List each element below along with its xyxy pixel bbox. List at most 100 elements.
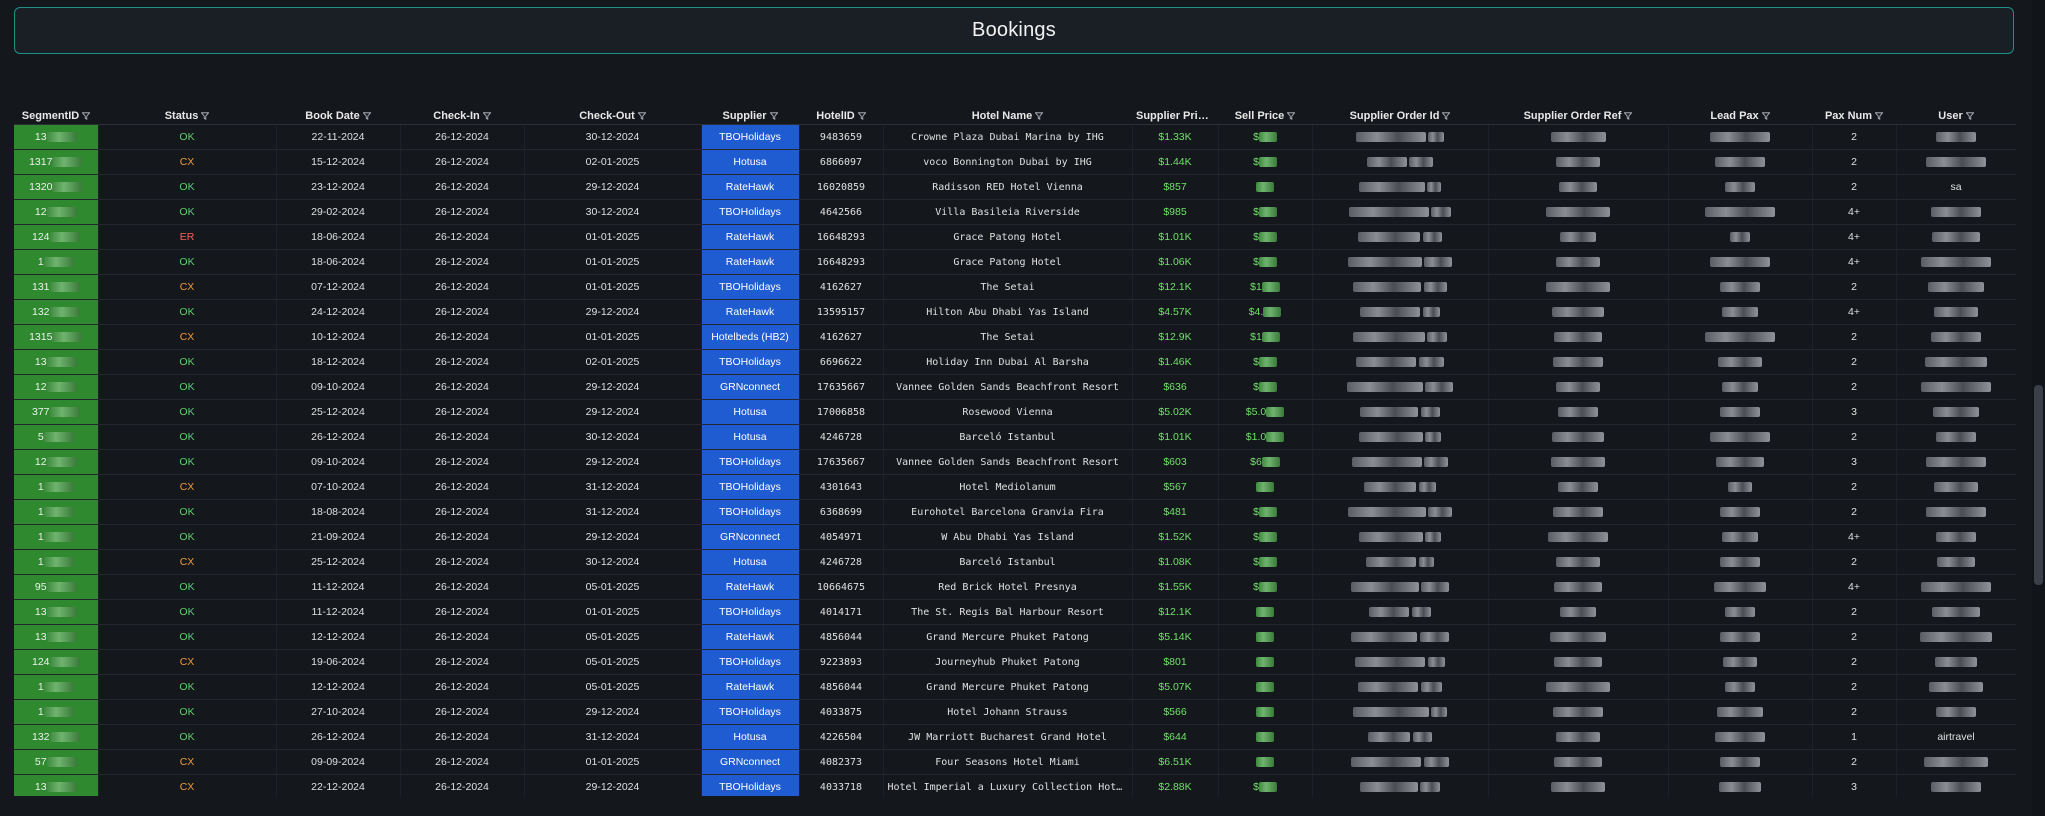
column-header-lead-pax[interactable]: Lead Pax (1668, 108, 1812, 125)
column-header-book-date[interactable]: Book Date (276, 108, 400, 125)
cell-supplier: RateHawk (701, 249, 800, 275)
table-row[interactable]: 12 OK 29-02-2024 26-12-2024 30-12-2024 TBOHol… (14, 199, 2016, 225)
filter-icon[interactable] (1439, 110, 1451, 122)
cell-hotel-name: Vannee Golden Sands Beachfront Resort (883, 449, 1133, 475)
cell-segment-id: 132 (14, 299, 99, 325)
table-row[interactable]: 1320 OK 23-12-2024 26-12-2024 29-12-2024 Rate… (14, 174, 2016, 200)
cell-book-date: 12-12-2024 (276, 674, 401, 700)
redacted-text (1365, 557, 1416, 568)
table-row[interactable]: 1 OK 12-12-2024 26-12-2024 05-01-2025 RateHaw… (14, 674, 2016, 700)
filter-icon[interactable] (198, 110, 210, 122)
cell-hotel-id-text: 4246728 (819, 556, 863, 568)
filter-icon[interactable] (1963, 110, 1974, 122)
cell-supplier-order-id (1312, 299, 1489, 325)
table-row[interactable]: 57 CX 09-09-2024 26-12-2024 01-01-2025 GRNcon… (14, 749, 2016, 775)
table-row[interactable]: 12 OK 09-10-2024 26-12-2024 29-12-2024 GRNcon… (14, 374, 2016, 400)
table-row[interactable]: 131 CX 07-12-2024 26-12-2024 01-01-2025 TBOHo… (14, 274, 2016, 300)
table-row[interactable]: 1315 CX 10-12-2024 26-12-2024 01-01-2025 Hote… (14, 324, 2016, 350)
status-badge-text: OK (179, 131, 195, 143)
status-badge: OK (98, 624, 277, 650)
filter-icon[interactable] (1210, 110, 1218, 122)
cell-lead-pax (1668, 274, 1813, 300)
column-header-sell-price[interactable]: Sell Price (1218, 108, 1312, 125)
column-header-supplier-price[interactable]: Supplier Price (1132, 108, 1218, 125)
column-header-supplier-order-ref[interactable]: Supplier Order Ref (1488, 108, 1668, 125)
table-row[interactable]: 1 OK 21-09-2024 26-12-2024 29-12-2024 GRNconn… (14, 524, 2016, 550)
filter-icon[interactable] (767, 110, 778, 122)
filter-icon[interactable] (635, 110, 646, 122)
table-row[interactable]: 13 OK 11-12-2024 26-12-2024 01-01-2025 TBOHol… (14, 599, 2016, 625)
filter-icon[interactable] (480, 110, 491, 122)
table-row[interactable]: 1 OK 18-08-2024 26-12-2024 31-12-2024 TBOHoli… (14, 499, 2016, 525)
redacted-text (1720, 757, 1760, 768)
cell-user (1896, 399, 2016, 425)
redacted-text (1350, 757, 1421, 768)
cell-segment-id-text: 131 (31, 281, 50, 293)
filter-icon[interactable] (1621, 110, 1633, 122)
filter-icon[interactable] (855, 110, 866, 122)
cell-book-date: 07-10-2024 (276, 474, 401, 500)
column-header-status[interactable]: Status (98, 108, 276, 125)
table-row[interactable]: 5 OK 26-12-2024 26-12-2024 30-12-2024 Hotusa 4… (14, 424, 2016, 450)
table-row[interactable]: 124 CX 19-06-2024 26-12-2024 05-01-2025 TBOHo… (14, 649, 2016, 675)
column-header-check-out[interactable]: Check-Out (524, 108, 701, 125)
table-row[interactable]: 1 CX 25-12-2024 26-12-2024 30-12-2024 Hotusa 4… (14, 549, 2016, 575)
redacted-text (46, 357, 77, 368)
column-header-segmentid[interactable]: SegmentID (14, 108, 98, 125)
cell-pax-num-text: 4+ (1848, 581, 1860, 593)
filter-icon[interactable] (1284, 110, 1296, 122)
scrollbar-thumb[interactable] (2034, 385, 2043, 585)
redacted-text (1422, 307, 1441, 318)
cell-supplier: TBOHolidays (701, 349, 800, 375)
filter-icon[interactable] (1032, 110, 1044, 122)
column-header-check-in[interactable]: Check-In (400, 108, 524, 125)
redacted-text (1920, 632, 1992, 643)
filter-icon[interactable] (79, 110, 91, 122)
table-row[interactable]: 13 OK 12-12-2024 26-12-2024 05-01-2025 RateHa… (14, 624, 2016, 650)
redacted-text (1431, 707, 1448, 718)
table-row[interactable]: 377 OK 25-12-2024 26-12-2024 29-12-2024 Hotus… (14, 399, 2016, 425)
table-row[interactable]: 124 ER 18-06-2024 26-12-2024 01-01-2025 RateH… (14, 224, 2016, 250)
redacted-text (1926, 457, 1986, 468)
table-row[interactable]: 1 CX 07-10-2024 26-12-2024 31-12-2024 TBOHoli… (14, 474, 2016, 500)
table-row[interactable]: 13 OK 22-11-2024 26-12-2024 30-12-2024 TBOHol… (14, 124, 2016, 150)
table-row[interactable]: 132 OK 24-12-2024 26-12-2024 29-12-2024 RateH… (14, 299, 2016, 325)
cell-segment-id-text: 95 (34, 581, 47, 593)
cell-book-date-text: 24-12-2024 (311, 306, 365, 318)
table-row[interactable]: 12 OK 09-10-2024 26-12-2024 29-12-2024 TBOHol… (14, 449, 2016, 475)
filter-icon[interactable] (1759, 110, 1770, 122)
cell-supplier-text: RateHawk (725, 631, 775, 643)
table-row[interactable]: 13 CX 22-12-2024 26-12-2024 29-12-2024 TBOHol… (14, 774, 2016, 796)
cell-hotel-id-text: 13595157 (816, 306, 866, 318)
table-row[interactable]: 13 OK 18-12-2024 26-12-2024 02-01-2025 TBOHol… (14, 349, 2016, 375)
cell-segment-id-text: 13 (34, 606, 47, 618)
column-header-pax-num[interactable]: Pax Num (1812, 108, 1896, 125)
cell-hotel-id: 4301643 (799, 474, 884, 500)
table-row[interactable]: 1 OK 27-10-2024 26-12-2024 29-12-2024 TBOHoli… (14, 699, 2016, 725)
cell-supplier-price-text: $857 (1163, 181, 1187, 193)
filter-icon[interactable] (360, 110, 371, 122)
filter-icon[interactable] (1872, 110, 1884, 122)
cell-book-date: 18-12-2024 (276, 349, 401, 375)
redacted-text (1256, 682, 1274, 693)
column-header-hotelid[interactable]: HotelID (799, 108, 883, 125)
column-header-supplier-order-id[interactable]: Supplier Order Id (1312, 108, 1488, 125)
cell-check-in: 26-12-2024 (400, 774, 525, 796)
cell-hotel-name-text: Villa Basileia Riverside (935, 206, 1080, 218)
column-header-hotel-name[interactable]: Hotel Name (883, 108, 1132, 125)
column-header-user[interactable]: User (1896, 108, 2016, 125)
cell-check-out: 31-12-2024 (524, 474, 702, 500)
column-header-supplier[interactable]: Supplier (701, 108, 799, 125)
table-row[interactable]: 1317 CX 15-12-2024 26-12-2024 02-01-2025 Hotu… (14, 149, 2016, 175)
cell-supplier-order-id (1312, 599, 1489, 625)
table-row[interactable]: 95 OK 11-12-2024 26-12-2024 05-01-2025 RateHa… (14, 574, 2016, 600)
cell-pax-num-text: 2 (1851, 356, 1857, 368)
table-row[interactable]: 132 OK 26-12-2024 26-12-2024 31-12-2024 Hotus… (14, 724, 2016, 750)
table-row[interactable]: 1 OK 18-06-2024 26-12-2024 01-01-2025 RateHaw… (14, 249, 2016, 275)
cell-hotel-name-text: Barceló Istanbul (959, 556, 1056, 568)
cell-sell-price (1218, 174, 1313, 200)
cell-supplier: Hotusa (701, 149, 800, 175)
cell-supplier-text: Hotusa (733, 556, 767, 568)
redacted-text (1413, 732, 1432, 743)
redacted-text (1715, 157, 1765, 168)
